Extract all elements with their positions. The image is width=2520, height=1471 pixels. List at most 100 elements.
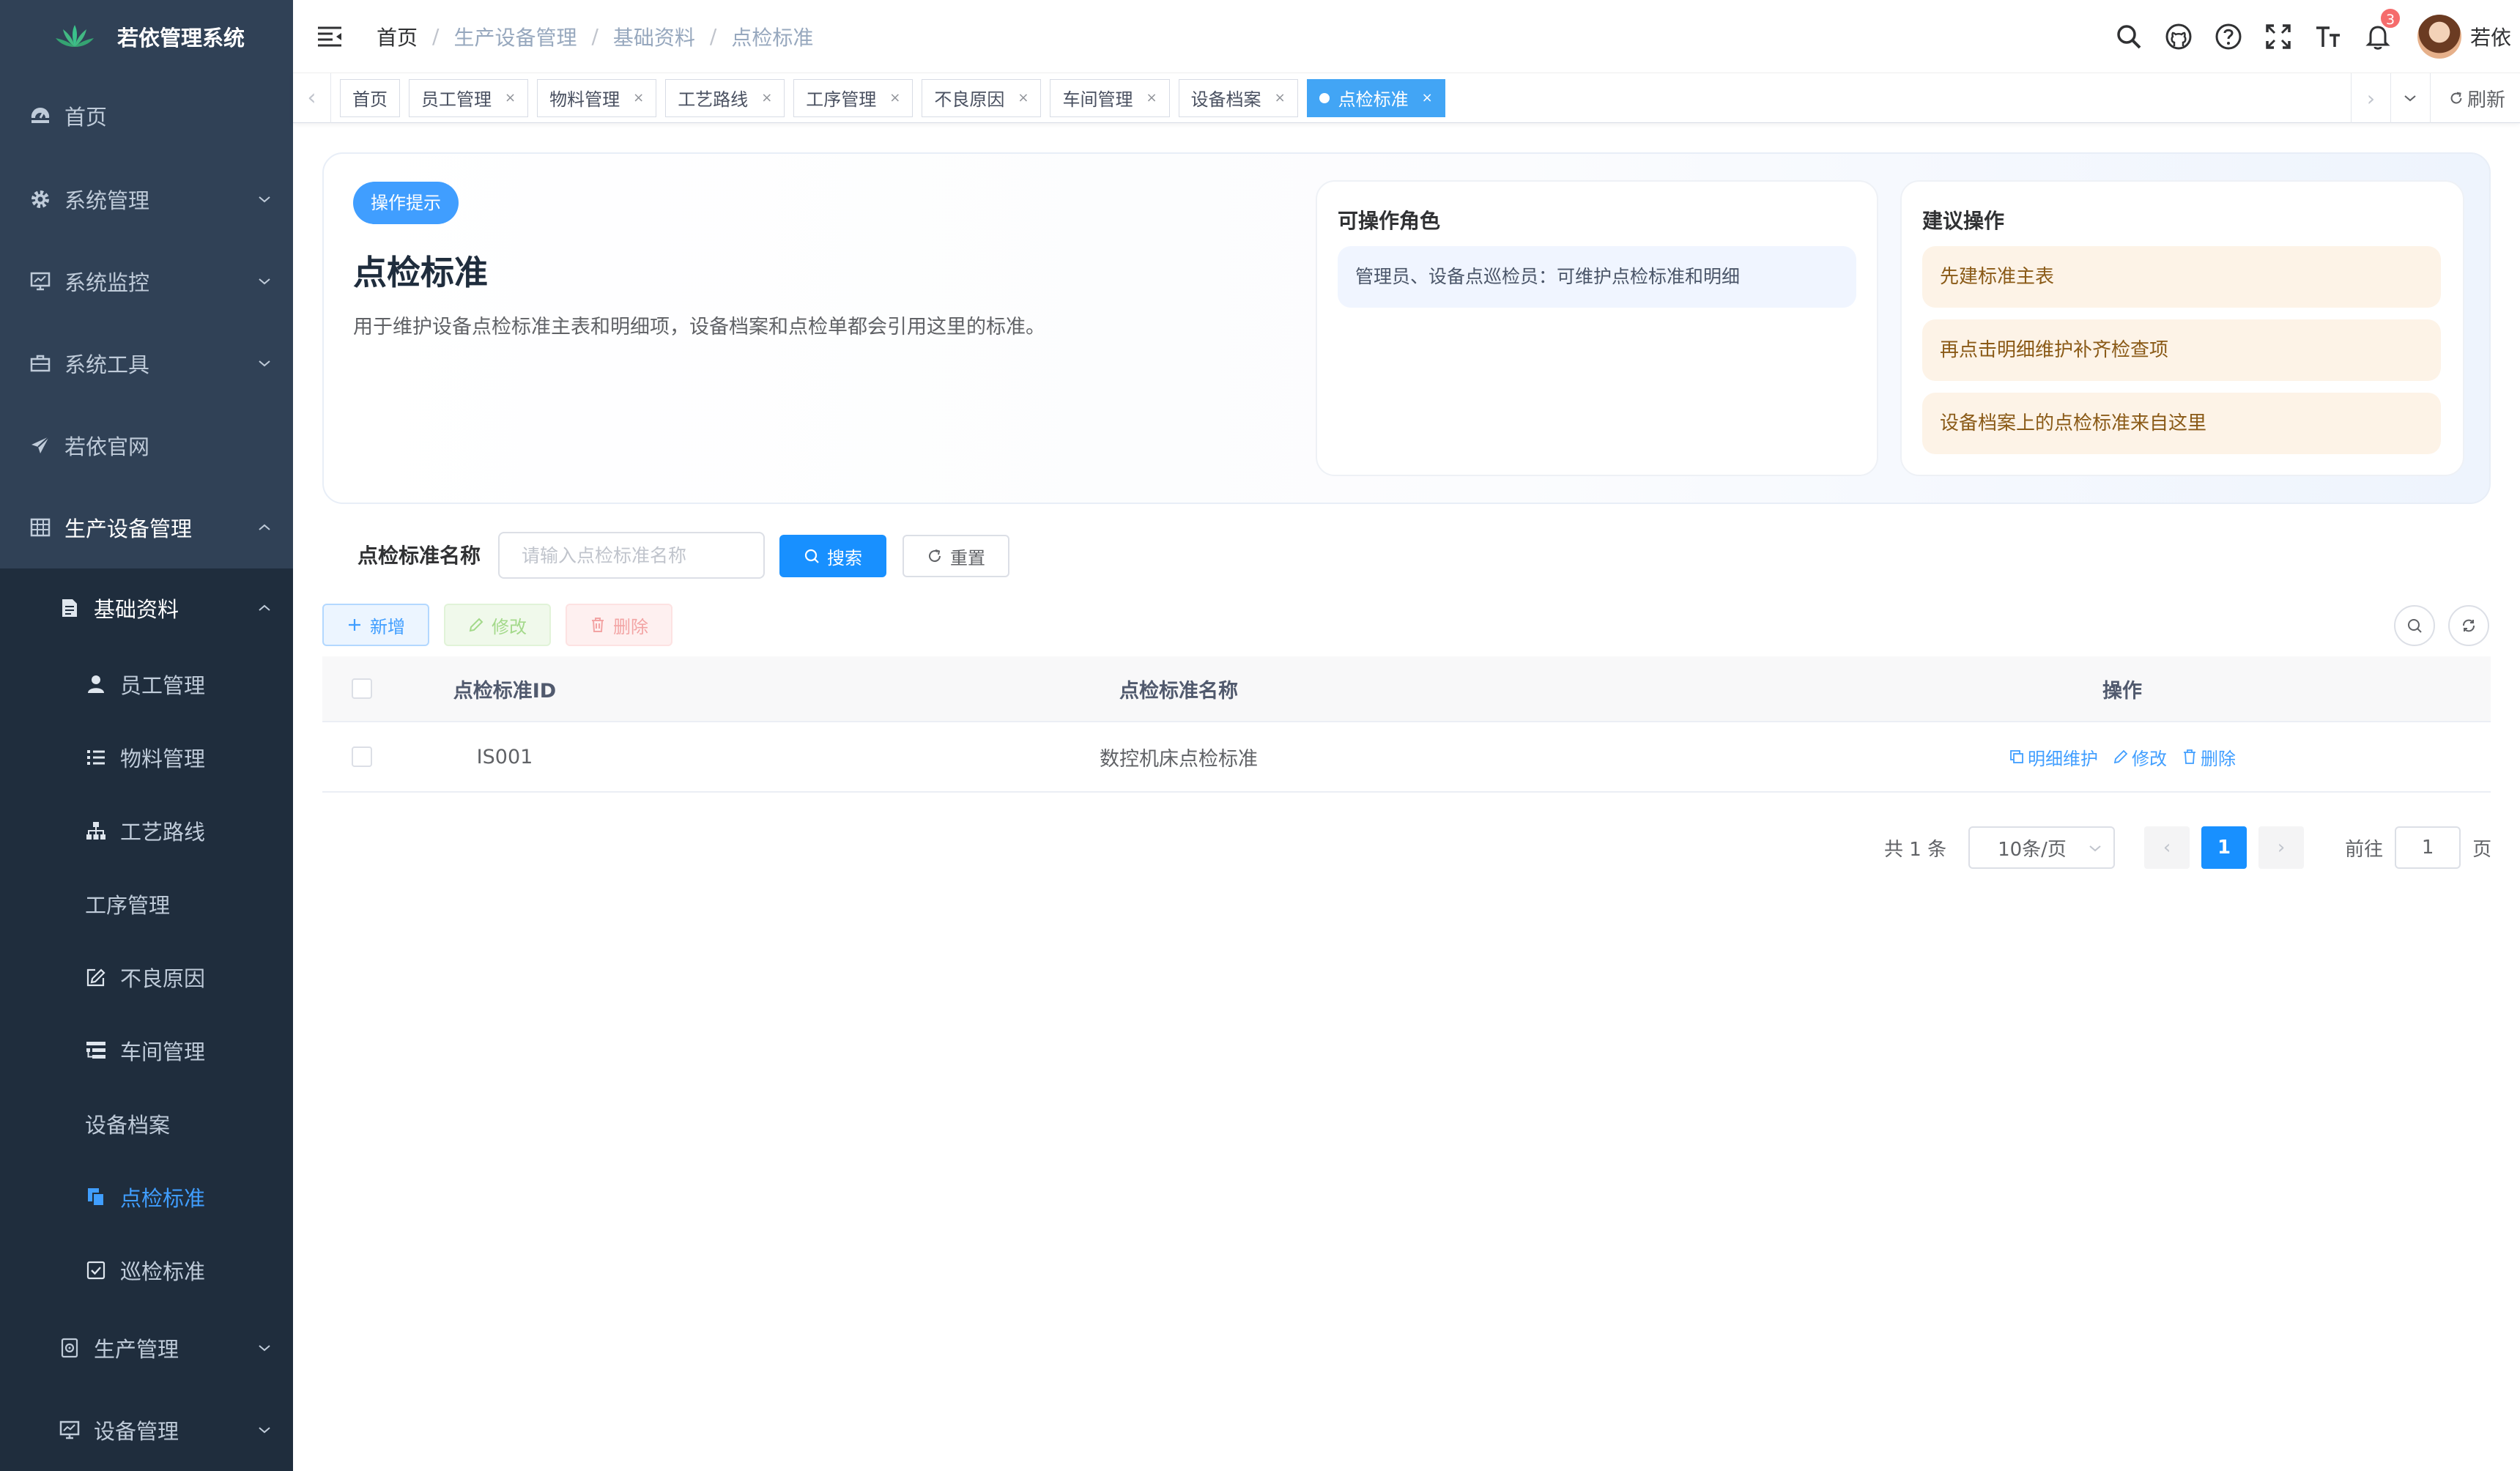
refresh-label: 刷新 [2467, 89, 2505, 111]
breadcrumb-separator: / [709, 24, 717, 48]
app-logo[interactable]: 若依管理系统 [0, 0, 293, 73]
tag-process-routes[interactable]: 工艺路线 × [665, 78, 785, 117]
refresh-table-button[interactable] [2448, 605, 2489, 646]
table-row: IS001 数控机床点检标准 明细维护 修改 删除 [322, 722, 2491, 793]
sidebar-item-home[interactable]: 首页 [0, 73, 293, 158]
sidebar-item-label: 系统工具 [64, 352, 150, 377]
delete-button[interactable]: 删除 [566, 604, 672, 646]
next-page-button[interactable]: › [2258, 826, 2305, 869]
row-delete-label: 删除 [2201, 748, 2236, 769]
close-icon[interactable]: × [633, 90, 644, 105]
tag-home[interactable]: 首页 [340, 78, 400, 117]
sidebar-item-tools[interactable]: 系统工具 [0, 322, 293, 404]
tags-view: ‹ 首页 员工管理 × 物料管理 × 工艺路线 × 工序管理 × 不良原因 × 车间管理 ×… [293, 73, 2520, 123]
edit-icon [469, 618, 483, 632]
sidebar-item-process-routes[interactable]: 工艺路线 [0, 794, 293, 867]
close-icon[interactable]: × [1146, 90, 1157, 105]
edit-button[interactable]: 修改 [444, 604, 551, 646]
tags-dropdown[interactable] [2390, 73, 2430, 123]
suggestion-item: 先建标准主表 [1922, 246, 2441, 308]
tag-materials[interactable]: 物料管理 × [537, 78, 657, 117]
row-checkbox[interactable] [352, 746, 372, 767]
sidebar-item-label: 基础资料 [94, 597, 179, 622]
notification-badge: 3 [2379, 7, 2401, 29]
search-label: 点检标准名称 [357, 544, 481, 568]
tree-icon [86, 822, 105, 840]
close-icon[interactable]: × [505, 90, 516, 105]
sidebar-item-inspection-standard[interactable]: 点检标准 [0, 1160, 293, 1234]
sidebar-item-workshops[interactable]: 车间管理 [0, 1014, 293, 1087]
standard-name-input[interactable] [498, 532, 765, 579]
tags-scroll-right[interactable]: › [2350, 73, 2390, 123]
close-icon[interactable]: × [889, 90, 900, 105]
chevron-down-icon [2404, 95, 2417, 102]
tag-workshops[interactable]: 车间管理 × [1050, 78, 1170, 117]
search-icon[interactable] [2114, 22, 2143, 51]
page-number-current[interactable]: 1 [2201, 826, 2247, 869]
username[interactable]: 若依 [2470, 22, 2511, 51]
goto-page-input[interactable] [2395, 826, 2461, 869]
close-icon[interactable]: × [1018, 90, 1029, 105]
breadcrumb-separator: / [432, 24, 440, 48]
breadcrumb-item: 基础资料 [612, 25, 695, 50]
row-delete-link[interactable]: 删除 [2182, 744, 2236, 770]
tags-scroll-left[interactable]: ‹ [293, 73, 331, 123]
chevron-down-icon [2089, 845, 2101, 852]
tag-operations[interactable]: 工序管理 × [793, 78, 914, 117]
github-icon[interactable] [2164, 22, 2193, 51]
detail-maintain-link[interactable]: 明细维护 [2009, 744, 2098, 770]
tags-refresh-button[interactable]: 刷新 [2429, 73, 2520, 123]
tag-label: 车间管理 [1062, 89, 1133, 110]
checkbox-icon [86, 1261, 105, 1280]
close-icon[interactable]: × [1275, 90, 1286, 105]
sidebar-item-equipment-files[interactable]: 设备档案 [0, 1087, 293, 1160]
gear-icon [32, 190, 49, 208]
breadcrumb: 首页 / 生产设备管理 / 基础资料 / 点检标准 [377, 22, 813, 51]
tag-defect-reasons[interactable]: 不良原因 × [922, 78, 1042, 117]
user-icon [88, 675, 104, 693]
search-button[interactable]: 搜索 [779, 535, 886, 577]
refresh-icon [929, 549, 941, 563]
sidebar-item-materials[interactable]: 物料管理 [0, 721, 293, 794]
hamburger-icon[interactable] [316, 25, 343, 48]
detail-maintain-label: 明细维护 [2028, 748, 2098, 769]
notification-button[interactable]: 3 [2363, 7, 2401, 51]
sidebar-submenu-basic-data[interactable]: 基础资料 [0, 568, 293, 648]
avatar[interactable] [2417, 15, 2461, 59]
actions-cell: 明细维护 修改 删除 [1754, 744, 2491, 770]
goto-label: 前往 [2345, 838, 2384, 861]
tag-inspection-standard[interactable]: 点检标准 × [1306, 78, 1445, 117]
pagination: 共 1 条 10条/页 ‹ 1 › 前往 页 [1884, 826, 2491, 869]
row-edit-link[interactable]: 修改 [2113, 744, 2167, 770]
sidebar-item-equipment[interactable]: 设备管理 [0, 1389, 293, 1471]
fullscreen-icon[interactable] [2264, 22, 2293, 51]
sidebar-item-website[interactable]: 若依官网 [0, 404, 293, 486]
sidebar-item-patrol-standard[interactable]: 巡检标准 [0, 1234, 293, 1307]
font-size-icon[interactable] [2313, 22, 2343, 51]
close-icon[interactable]: × [761, 90, 772, 105]
logo-icon [56, 25, 94, 47]
sidebar-item-monitor[interactable]: 系统监控 [0, 240, 293, 322]
breadcrumb-item[interactable]: 首页 [377, 22, 418, 51]
page-title: 点检标准 [353, 253, 488, 292]
reset-button[interactable]: 重置 [903, 535, 1009, 577]
tag-equipment-files[interactable]: 设备档案 × [1178, 78, 1298, 117]
prev-page-button[interactable]: ‹ [2144, 826, 2190, 869]
tag-employees[interactable]: 员工管理 × [409, 78, 529, 117]
sidebar-item-production[interactable]: 生产管理 [0, 1307, 293, 1389]
sidebar-item-label: 巡检标准 [120, 1259, 206, 1284]
sidebar-item-system[interactable]: 系统管理 [0, 158, 293, 240]
column-header: 点检标准名称 [1119, 679, 1238, 703]
sidebar-item-production-equipment[interactable]: 生产设备管理 [0, 486, 293, 568]
sidebar-item-defect-reasons[interactable]: 不良原因 [0, 941, 293, 1014]
close-icon[interactable]: × [1422, 90, 1433, 105]
toggle-search-button[interactable] [2394, 605, 2435, 646]
search-button-label: 搜索 [827, 547, 862, 568]
suggestion-item: 设备档案上的点检标准来自这里 [1922, 393, 2441, 454]
add-button[interactable]: 新增 [322, 604, 429, 646]
select-all-checkbox[interactable] [352, 678, 372, 699]
question-icon[interactable] [2214, 22, 2243, 51]
sidebar-item-operations[interactable]: 工序管理 [0, 867, 293, 941]
page-size-select[interactable]: 10条/页 [1968, 826, 2116, 869]
sidebar-item-employees[interactable]: 员工管理 [0, 648, 293, 721]
